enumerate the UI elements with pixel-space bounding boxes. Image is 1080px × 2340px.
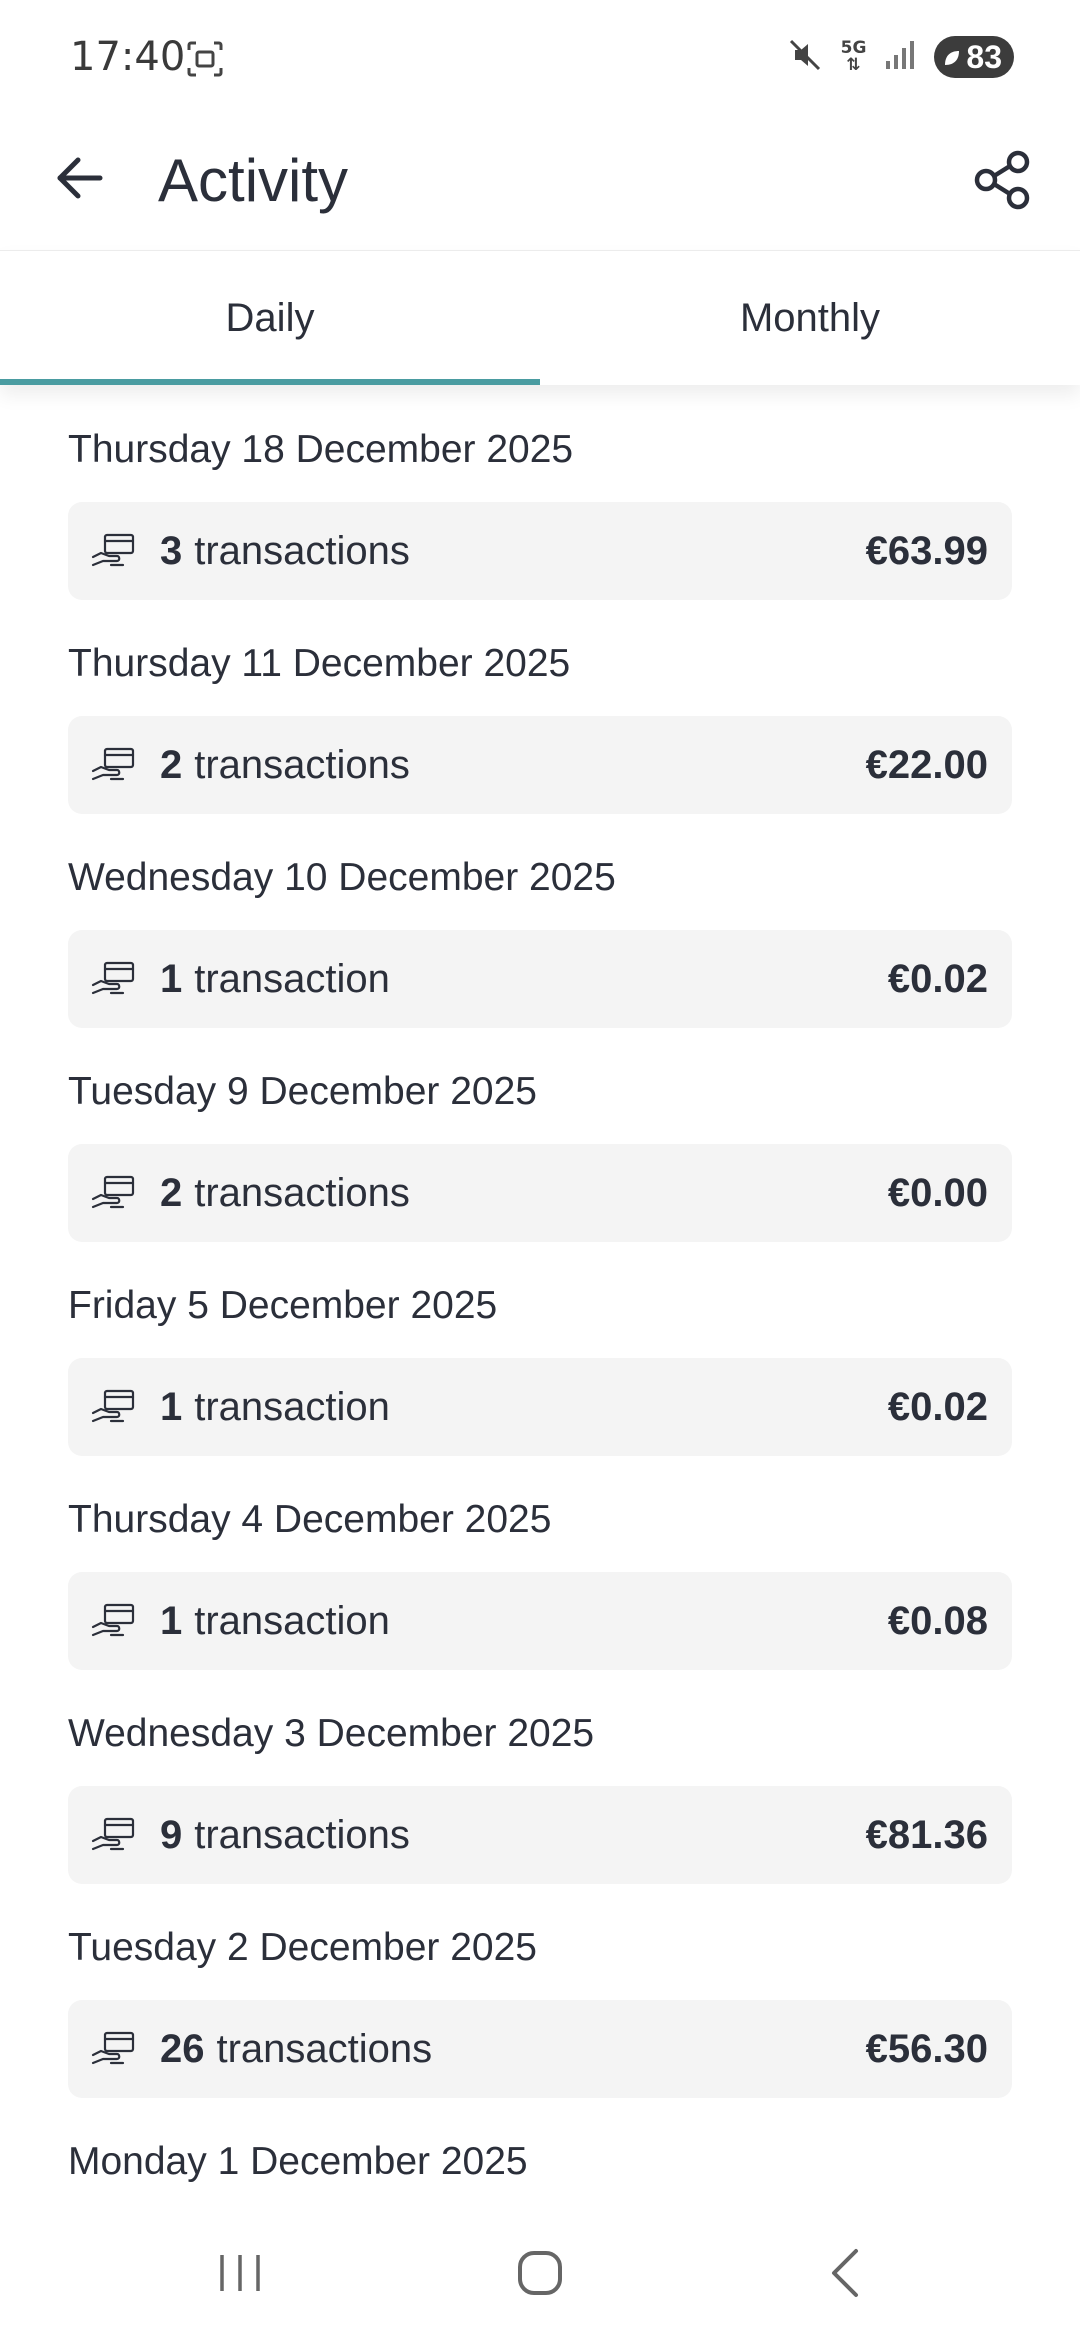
status-icons: 5G ⇅ 83: [787, 36, 1014, 78]
screenshot-icon: [186, 40, 224, 78]
day-group: Wednesday 10 December 2025 1 transaction…: [0, 812, 1080, 1028]
transaction-count: 1: [160, 1598, 183, 1643]
hand-card-icon: [90, 2025, 138, 2073]
day-summary-card[interactable]: 9 transactions €81.36: [68, 1786, 1012, 1884]
day-date: Tuesday 9 December 2025: [68, 1070, 537, 1113]
transaction-label: transaction: [194, 1384, 390, 1429]
chevron-left-icon: [826, 2247, 866, 2304]
day-summary-card[interactable]: 2 transactions €0.00: [68, 1144, 1012, 1242]
system-back-button[interactable]: [806, 2240, 886, 2310]
day-date: Friday 5 December 2025: [68, 1284, 498, 1327]
day-group: Wednesday 3 December 2025 9 transactions…: [0, 1668, 1080, 1884]
status-time: 17:40: [70, 34, 186, 80]
transaction-count: 2: [160, 1170, 183, 1215]
day-group: Monday 1 December 2025: [0, 2096, 1080, 2184]
signal-icon: [884, 39, 916, 76]
status-bar: 17:40 5G ⇅ 83: [0, 0, 1080, 120]
hand-card-icon: [90, 1383, 138, 1431]
day-total-amount: €63.99: [865, 528, 988, 573]
day-total-amount: €22.00: [865, 742, 988, 787]
day-summary-card[interactable]: 1 transaction €0.08: [68, 1572, 1012, 1670]
day-group: Thursday 4 December 2025 1 transaction €…: [0, 1454, 1080, 1670]
day-group: Tuesday 9 December 2025 2 transactions €…: [0, 1026, 1080, 1242]
day-date: Thursday 11 December 2025: [68, 642, 571, 685]
battery-indicator: 83: [934, 36, 1014, 78]
transaction-count: 2: [160, 742, 183, 787]
tab-monthly[interactable]: Monthly: [540, 251, 1080, 385]
day-total-amount: €0.00: [887, 1170, 988, 1215]
day-summary-card[interactable]: 1 transaction €0.02: [68, 930, 1012, 1028]
transaction-count: 1: [160, 956, 183, 1001]
hand-card-icon: [90, 955, 138, 1003]
transaction-label: transactions: [194, 1170, 410, 1215]
recent-apps-icon: [216, 2251, 264, 2300]
day-group: Tuesday 2 December 2025 26 transactions …: [0, 1882, 1080, 2098]
share-button[interactable]: [962, 142, 1042, 222]
tab-daily[interactable]: Daily: [0, 251, 540, 385]
transaction-label: transaction: [194, 1598, 390, 1643]
battery-leaf-icon: [942, 39, 962, 76]
tab-bar: Daily Monthly: [0, 250, 1080, 385]
day-date: Monday 1 December 2025: [68, 2140, 528, 2183]
transaction-label: transactions: [216, 2026, 433, 2071]
day-summary-card[interactable]: 1 transaction €0.02: [68, 1358, 1012, 1456]
hand-card-icon: [90, 741, 138, 789]
system-nav-bar: [0, 2200, 1080, 2340]
network-5g-icon: 5G ⇅: [841, 40, 867, 74]
home-icon: [516, 2249, 564, 2302]
recent-apps-button[interactable]: [200, 2240, 280, 2310]
transaction-label: transactions: [194, 1812, 410, 1857]
day-date: Wednesday 3 December 2025: [68, 1712, 595, 1755]
day-group: Thursday 11 December 2025 2 transactions…: [0, 598, 1080, 814]
data-arrows-icon: ⇅: [846, 55, 861, 75]
day-summary-card[interactable]: 2 transactions €22.00: [68, 716, 1012, 814]
transaction-label: transactions: [194, 528, 410, 573]
day-total-amount: €81.36: [865, 1812, 988, 1857]
hand-card-icon: [90, 1169, 138, 1217]
app-bar: Activity: [0, 120, 1080, 250]
share-icon: [972, 150, 1032, 215]
transaction-count: 9: [160, 1812, 183, 1857]
arrow-left-icon: [54, 152, 106, 209]
day-total-amount: €0.08: [887, 1598, 988, 1643]
transaction-label: transactions: [194, 742, 410, 787]
home-button[interactable]: [500, 2240, 580, 2310]
battery-level: 83: [966, 38, 1002, 75]
hand-card-icon: [90, 1597, 138, 1645]
day-date: Wednesday 10 December 2025: [68, 856, 616, 899]
day-total-amount: €0.02: [887, 956, 988, 1001]
day-date: Thursday 18 December 2025: [68, 428, 574, 471]
transaction-label: transaction: [194, 956, 390, 1001]
hand-card-icon: [90, 527, 138, 575]
day-date: Thursday 4 December 2025: [68, 1498, 552, 1541]
transaction-count: 26: [160, 2026, 205, 2071]
day-group: Friday 5 December 2025 1 transaction €0.…: [0, 1240, 1080, 1456]
back-button[interactable]: [44, 144, 116, 216]
day-summary-card[interactable]: 3 transactions €63.99: [68, 502, 1012, 600]
day-total-amount: €56.30: [865, 2026, 988, 2071]
day-total-amount: €0.02: [887, 1384, 988, 1429]
activity-list[interactable]: Thursday 18 December 2025 3 transactions…: [0, 384, 1080, 2184]
hand-card-icon: [90, 1811, 138, 1859]
day-summary-card[interactable]: 26 transactions €56.30: [68, 2000, 1012, 2098]
transaction-count: 3: [160, 528, 183, 573]
page-title: Activity: [158, 147, 349, 214]
mute-icon: [787, 37, 823, 78]
transaction-count: 1: [160, 1384, 183, 1429]
day-date: Tuesday 2 December 2025: [68, 1926, 537, 1969]
day-group: Thursday 18 December 2025 3 transactions…: [0, 384, 1080, 600]
